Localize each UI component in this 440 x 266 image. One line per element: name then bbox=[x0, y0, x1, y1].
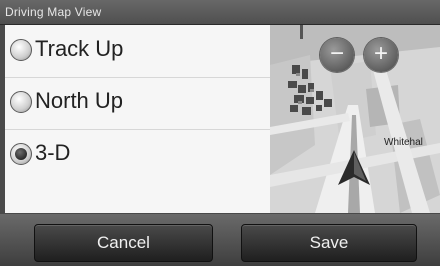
footer-bar: Cancel Save bbox=[0, 214, 440, 266]
map-preview-graphic bbox=[270, 25, 440, 213]
option-label: 3-D bbox=[35, 140, 71, 165]
option-3d[interactable]: 3-D bbox=[5, 129, 270, 182]
option-track-up[interactable]: Track Up bbox=[5, 25, 270, 78]
option-north-up[interactable]: North Up bbox=[5, 77, 270, 130]
radio-button-icon[interactable] bbox=[10, 91, 32, 113]
screen: Driving Map View Track Up North Up 3-D −… bbox=[0, 0, 440, 266]
title-bar: Driving Map View bbox=[0, 0, 440, 25]
zoom-in-button[interactable]: + bbox=[364, 38, 398, 72]
map-preview: − + Whitehal bbox=[270, 25, 440, 213]
radio-button-selected-icon[interactable] bbox=[10, 143, 32, 165]
save-button[interactable]: Save bbox=[241, 224, 417, 262]
page-title: Driving Map View bbox=[5, 5, 102, 19]
option-label: Track Up bbox=[35, 36, 124, 61]
map-view-options: Track Up North Up 3-D bbox=[5, 25, 270, 213]
option-list-filler bbox=[5, 181, 270, 213]
cancel-button[interactable]: Cancel bbox=[34, 224, 213, 262]
street-name-label: Whitehal bbox=[384, 137, 423, 148]
radio-dot-icon bbox=[15, 148, 27, 160]
radio-button-icon[interactable] bbox=[10, 39, 32, 61]
option-label: North Up bbox=[35, 88, 124, 113]
zoom-out-button[interactable]: − bbox=[320, 38, 354, 72]
